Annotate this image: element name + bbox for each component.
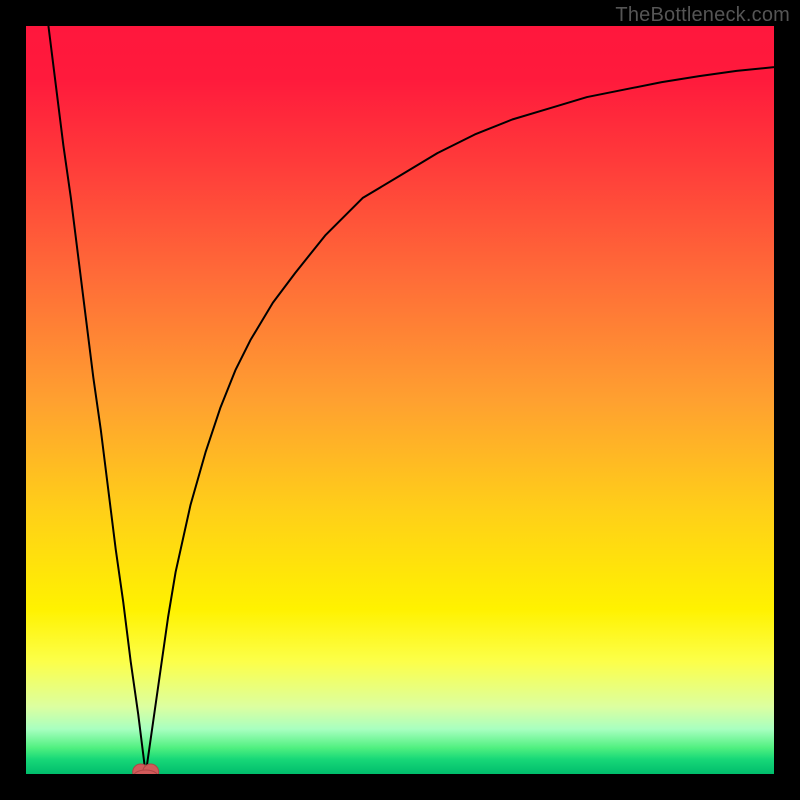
optimum-marker: [133, 764, 159, 774]
chart-canvas: TheBottleneck.com: [0, 0, 800, 800]
watermark-text: TheBottleneck.com: [615, 4, 790, 27]
plot-area: [26, 26, 774, 774]
bottleneck-curve: [48, 26, 774, 774]
curve-layer: [26, 26, 774, 774]
